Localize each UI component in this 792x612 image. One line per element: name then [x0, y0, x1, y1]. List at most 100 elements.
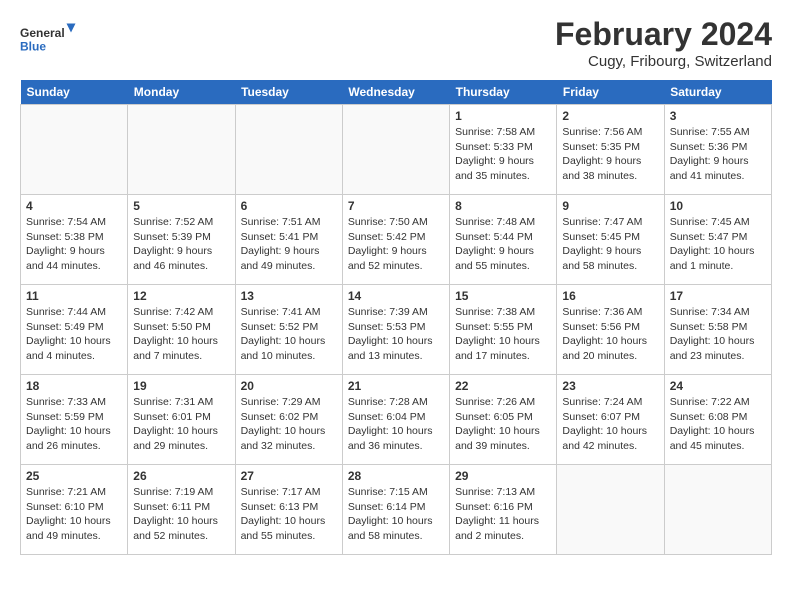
day-info: Sunrise: 7:54 AM Sunset: 5:38 PM Dayligh… [26, 215, 122, 274]
weekday-header-row: SundayMondayTuesdayWednesdayThursdayFrid… [21, 80, 772, 105]
day-number: 18 [26, 379, 122, 393]
calendar-cell: 26Sunrise: 7:19 AM Sunset: 6:11 PM Dayli… [128, 465, 235, 555]
day-number: 19 [133, 379, 229, 393]
day-number: 17 [670, 289, 766, 303]
calendar-cell: 12 Sunrise: 7:42 AM Sunset: 5:50 PM Dayli… [128, 285, 235, 375]
calendar-cell: 4 Sunrise: 7:54 AM Sunset: 5:38 PM Daylig… [21, 195, 128, 285]
svg-text:General: General [20, 26, 65, 40]
day-number: 20 [241, 379, 337, 393]
day-number: 4 [26, 199, 122, 213]
day-info: Sunrise: 7:47 AM Sunset: 5:45 PM Dayligh… [562, 215, 658, 274]
day-number: 24 [670, 379, 766, 393]
day-number: 26 [133, 469, 229, 483]
day-number: 2 [562, 109, 658, 123]
day-number: 13 [241, 289, 337, 303]
calendar-cell: 2 Sunrise: 7:56 AM Sunset: 5:35 PM Daylig… [557, 105, 664, 195]
calendar-cell [21, 105, 128, 195]
day-number: 16 [562, 289, 658, 303]
title-area: February 2024 Cugy, Fribourg, Switzerlan… [555, 16, 772, 70]
logo: General Blue [20, 16, 80, 64]
day-number: 8 [455, 199, 551, 213]
calendar-cell [235, 105, 342, 195]
day-info: Sunrise: 7:45 AM Sunset: 5:47 PM Dayligh… [670, 215, 766, 274]
calendar-cell [128, 105, 235, 195]
calendar-cell: 5Sunrise: 7:52 AM Sunset: 5:39 PM Daylig… [128, 195, 235, 285]
calendar-cell: 3 Sunrise: 7:55 AM Sunset: 5:36 PM Daylig… [664, 105, 771, 195]
week-row-3: 11Sunrise: 7:44 AM Sunset: 5:49 PM Dayli… [21, 285, 772, 375]
day-number: 22 [455, 379, 551, 393]
calendar-cell: 27 Sunrise: 7:17 AM Sunset: 6:13 PM Dayli… [235, 465, 342, 555]
day-info: Sunrise: 7:13 AM Sunset: 6:16 PM Dayligh… [455, 485, 551, 544]
calendar-subtitle: Cugy, Fribourg, Switzerland [555, 53, 772, 70]
day-info: Sunrise: 7:51 AM Sunset: 5:41 PM Dayligh… [241, 215, 337, 274]
day-number: 3 [670, 109, 766, 123]
weekday-header-sunday: Sunday [21, 80, 128, 105]
calendar-cell: 23 Sunrise: 7:24 AM Sunset: 6:07 PM Dayli… [557, 375, 664, 465]
day-number: 15 [455, 289, 551, 303]
calendar-cell: 21 Sunrise: 7:28 AM Sunset: 6:04 PM Dayli… [342, 375, 449, 465]
day-info: Sunrise: 7:28 AM Sunset: 6:04 PM Dayligh… [348, 395, 444, 454]
calendar-cell: 28Sunrise: 7:15 AM Sunset: 6:14 PM Dayli… [342, 465, 449, 555]
day-info: Sunrise: 7:50 AM Sunset: 5:42 PM Dayligh… [348, 215, 444, 274]
logo-svg: General Blue [20, 16, 80, 64]
calendar-cell [342, 105, 449, 195]
day-info: Sunrise: 7:24 AM Sunset: 6:07 PM Dayligh… [562, 395, 658, 454]
day-info: Sunrise: 7:22 AM Sunset: 6:08 PM Dayligh… [670, 395, 766, 454]
svg-text:Blue: Blue [20, 40, 46, 54]
day-number: 28 [348, 469, 444, 483]
day-info: Sunrise: 7:34 AM Sunset: 5:58 PM Dayligh… [670, 305, 766, 364]
day-number: 1 [455, 109, 551, 123]
day-number: 27 [241, 469, 337, 483]
calendar-cell: 10 Sunrise: 7:45 AM Sunset: 5:47 PM Dayli… [664, 195, 771, 285]
calendar-cell: 6 Sunrise: 7:51 AM Sunset: 5:41 PM Daylig… [235, 195, 342, 285]
calendar-cell: 22 Sunrise: 7:26 AM Sunset: 6:05 PM Dayli… [450, 375, 557, 465]
calendar-table: SundayMondayTuesdayWednesdayThursdayFrid… [20, 80, 772, 555]
day-info: Sunrise: 7:31 AM Sunset: 6:01 PM Dayligh… [133, 395, 229, 454]
day-number: 10 [670, 199, 766, 213]
day-info: Sunrise: 7:26 AM Sunset: 6:05 PM Dayligh… [455, 395, 551, 454]
day-info: Sunrise: 7:56 AM Sunset: 5:35 PM Dayligh… [562, 125, 658, 184]
calendar-cell: 7 Sunrise: 7:50 AM Sunset: 5:42 PM Daylig… [342, 195, 449, 285]
day-info: Sunrise: 7:33 AM Sunset: 5:59 PM Dayligh… [26, 395, 122, 454]
day-info: Sunrise: 7:39 AM Sunset: 5:53 PM Dayligh… [348, 305, 444, 364]
day-info: Sunrise: 7:36 AM Sunset: 5:56 PM Dayligh… [562, 305, 658, 364]
day-number: 25 [26, 469, 122, 483]
day-number: 6 [241, 199, 337, 213]
calendar-cell: 11Sunrise: 7:44 AM Sunset: 5:49 PM Dayli… [21, 285, 128, 375]
calendar-cell: 29 Sunrise: 7:13 AM Sunset: 6:16 PM Dayli… [450, 465, 557, 555]
calendar-title: February 2024 [555, 16, 772, 53]
calendar-cell: 13 Sunrise: 7:41 AM Sunset: 5:52 PM Dayli… [235, 285, 342, 375]
week-row-4: 18 Sunrise: 7:33 AM Sunset: 5:59 PM Dayli… [21, 375, 772, 465]
calendar-cell: 17 Sunrise: 7:34 AM Sunset: 5:58 PM Dayli… [664, 285, 771, 375]
calendar-cell: 1 Sunrise: 7:58 AM Sunset: 5:33 PM Daylig… [450, 105, 557, 195]
calendar-cell: 25Sunrise: 7:21 AM Sunset: 6:10 PM Dayli… [21, 465, 128, 555]
week-row-2: 4 Sunrise: 7:54 AM Sunset: 5:38 PM Daylig… [21, 195, 772, 285]
day-number: 12 [133, 289, 229, 303]
week-row-5: 25Sunrise: 7:21 AM Sunset: 6:10 PM Dayli… [21, 465, 772, 555]
calendar-cell: 14Sunrise: 7:39 AM Sunset: 5:53 PM Dayli… [342, 285, 449, 375]
day-number: 21 [348, 379, 444, 393]
day-info: Sunrise: 7:44 AM Sunset: 5:49 PM Dayligh… [26, 305, 122, 364]
calendar-cell: 15 Sunrise: 7:38 AM Sunset: 5:55 PM Dayli… [450, 285, 557, 375]
calendar-cell: 18 Sunrise: 7:33 AM Sunset: 5:59 PM Dayli… [21, 375, 128, 465]
day-number: 23 [562, 379, 658, 393]
day-info: Sunrise: 7:55 AM Sunset: 5:36 PM Dayligh… [670, 125, 766, 184]
page-header: General Blue February 2024 Cugy, Fribour… [20, 16, 772, 70]
day-info: Sunrise: 7:17 AM Sunset: 6:13 PM Dayligh… [241, 485, 337, 544]
day-info: Sunrise: 7:48 AM Sunset: 5:44 PM Dayligh… [455, 215, 551, 274]
calendar-cell [664, 465, 771, 555]
day-number: 9 [562, 199, 658, 213]
day-info: Sunrise: 7:41 AM Sunset: 5:52 PM Dayligh… [241, 305, 337, 364]
day-info: Sunrise: 7:38 AM Sunset: 5:55 PM Dayligh… [455, 305, 551, 364]
weekday-header-wednesday: Wednesday [342, 80, 449, 105]
day-info: Sunrise: 7:42 AM Sunset: 5:50 PM Dayligh… [133, 305, 229, 364]
calendar-cell: 8 Sunrise: 7:48 AM Sunset: 5:44 PM Daylig… [450, 195, 557, 285]
day-info: Sunrise: 7:52 AM Sunset: 5:39 PM Dayligh… [133, 215, 229, 274]
calendar-cell: 20Sunrise: 7:29 AM Sunset: 6:02 PM Dayli… [235, 375, 342, 465]
day-info: Sunrise: 7:58 AM Sunset: 5:33 PM Dayligh… [455, 125, 551, 184]
weekday-header-thursday: Thursday [450, 80, 557, 105]
calendar-cell: 24 Sunrise: 7:22 AM Sunset: 6:08 PM Dayli… [664, 375, 771, 465]
day-number: 29 [455, 469, 551, 483]
day-number: 7 [348, 199, 444, 213]
calendar-cell [557, 465, 664, 555]
